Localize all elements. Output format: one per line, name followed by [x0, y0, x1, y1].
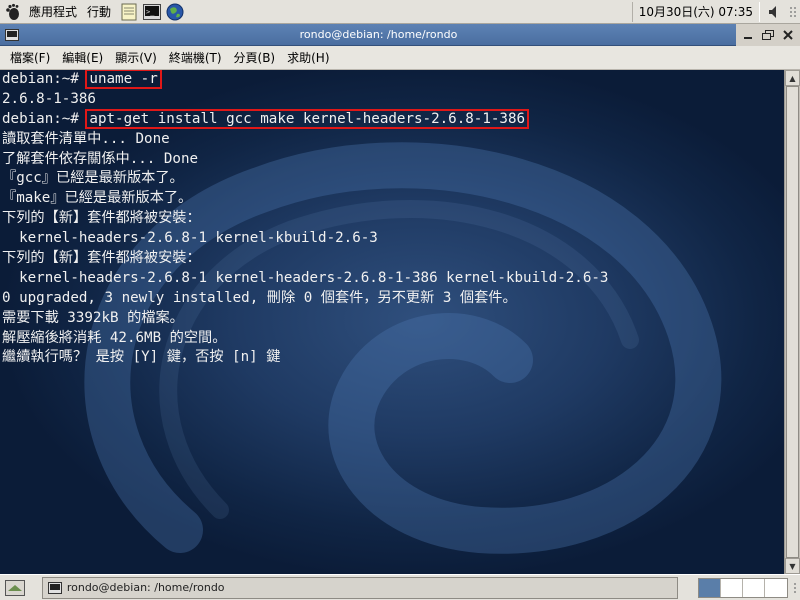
scrollbar-thumb[interactable]: [786, 86, 799, 558]
terminal-line: 解壓縮後將消耗 42.6MB 的空間。: [2, 329, 608, 349]
bottom-panel: rondo@debian: /home/rondo: [0, 574, 800, 600]
terminal-line: 『make』已經是最新版本了。: [2, 189, 608, 209]
menu-terminal[interactable]: 終端機(T): [163, 46, 228, 70]
menu-tabs[interactable]: 分頁(B): [228, 46, 282, 70]
menubar: 檔案(F) 編輯(E) 顯示(V) 終端機(T) 分頁(B) 求助(H): [0, 46, 800, 70]
terminal-line: debian:~# uname -r: [2, 70, 608, 90]
window-buttons: [736, 23, 800, 46]
output-text: 解壓縮後將消耗 42.6MB 的空間。: [2, 329, 227, 346]
terminal-line: 『gcc』已經是最新版本了。: [2, 169, 608, 189]
bottom-panel-grip-icon[interactable]: [790, 577, 800, 599]
output-text: 0 upgraded, 3 newly installed, 刪除 0 個套件，…: [2, 289, 517, 306]
panel-grip-icon[interactable]: [786, 1, 800, 23]
applications-menu[interactable]: 應用程式: [24, 1, 82, 23]
output-text: 2.6.8-1-386: [2, 90, 96, 107]
output-text: kernel-headers-2.6.8-1 kernel-headers-2.…: [2, 269, 609, 286]
terminal-line: 2.6.8-1-386: [2, 90, 608, 110]
terminal-line: 下列的【新】套件都將被安裝：: [2, 249, 608, 269]
menu-help[interactable]: 求助(H): [281, 46, 335, 70]
workspace-4[interactable]: [765, 578, 788, 597]
shell-prompt: debian:~#: [2, 71, 88, 87]
terminal-task-icon: [47, 581, 63, 595]
shell-command: apt-get install gcc make kernel-headers-…: [85, 108, 530, 129]
terminal-window: rondo@debian: /home/rondo 檔案(F) 編輯(E) 顯示…: [0, 23, 800, 574]
output-text: 『make』已經是最新版本了。: [2, 190, 193, 207]
terminal-area: debian:~# uname -r 2.6.8-1-386 debian:~# a…: [0, 70, 800, 574]
actions-menu[interactable]: 行動: [82, 1, 116, 23]
terminal-line: 繼續執行嗎？ 是按 [Y] 鍵，否按 [n] 鍵: [2, 348, 608, 368]
terminal-output: debian:~# uname -r 2.6.8-1-386 debian:~# a…: [2, 70, 608, 368]
terminal-line: 0 upgraded, 3 newly installed, 刪除 0 個套件，…: [2, 289, 608, 309]
web-browser-icon[interactable]: [165, 2, 185, 22]
clock[interactable]: 10月30日(六) 07:35: [631, 1, 760, 22]
workspace-2[interactable]: [721, 578, 744, 597]
notepad-icon[interactable]: [119, 2, 139, 22]
terminal-line: 需要下載 3392kB 的檔案。: [2, 309, 608, 329]
terminal-line: 了解套件依存關係中... Done: [2, 150, 608, 170]
show-desktop-icon[interactable]: [2, 577, 28, 599]
shell-prompt: debian:~#: [2, 110, 88, 127]
menu-file[interactable]: 檔案(F): [4, 46, 56, 70]
output-text: 了解套件依存關係中... Done: [2, 150, 199, 167]
terminal-scrollbar[interactable]: ▲ ▼: [784, 70, 800, 574]
output-text: 『gcc』已經是最新版本了。: [2, 170, 184, 187]
output-text: kernel-headers-2.6.8-1 kernel-kbuild-2.6…: [2, 230, 378, 247]
terminal-icon[interactable]: >_: [142, 2, 162, 22]
output-text: 讀取套件清單中... Done: [2, 130, 170, 147]
svg-text:>_: >_: [146, 8, 155, 16]
window-titlebar[interactable]: rondo@debian: /home/rondo: [0, 23, 800, 46]
volume-icon[interactable]: [764, 1, 786, 23]
terminal-line: kernel-headers-2.6.8-1 kernel-headers-2.…: [2, 269, 608, 289]
shell-command: uname -r: [85, 70, 162, 89]
terminal-screen[interactable]: debian:~# uname -r 2.6.8-1-386 debian:~# a…: [0, 70, 784, 574]
terminal-line: 讀取套件清單中... Done: [2, 130, 608, 150]
terminal-line: debian:~# apt-get install gcc make kerne…: [2, 108, 608, 130]
output-text: 下列的【新】套件都將被安裝：: [2, 210, 201, 227]
menu-view[interactable]: 顯示(V): [109, 46, 163, 70]
taskbar-item-terminal[interactable]: rondo@debian: /home/rondo: [41, 576, 679, 599]
menu-edit[interactable]: 編輯(E): [56, 46, 109, 70]
workspace-switcher: [698, 577, 789, 598]
scrollbar-track[interactable]: [785, 86, 800, 558]
workspace-1[interactable]: [699, 578, 722, 597]
close-button[interactable]: [778, 25, 798, 45]
taskbar-item-label: rondo@debian: /home/rondo: [66, 581, 225, 594]
maximize-button[interactable]: [758, 25, 778, 45]
top-panel: 應用程式 行動 >_ 10月30日(六) 07:35: [0, 0, 800, 24]
output-text: 需要下載 3392kB 的檔案。: [2, 309, 184, 326]
output-text: 繼續執行嗎？ 是按 [Y] 鍵，否按 [n] 鍵: [2, 349, 281, 366]
workspace-3[interactable]: [743, 578, 766, 597]
minimize-button[interactable]: [738, 25, 758, 45]
scroll-up-arrow-icon[interactable]: ▲: [785, 70, 800, 86]
window-menu-icon[interactable]: [3, 26, 21, 44]
terminal-line: 下列的【新】套件都將被安裝：: [2, 209, 608, 229]
output-text: 下列的【新】套件都將被安裝：: [2, 250, 201, 267]
window-title: rondo@debian: /home/rondo: [299, 27, 458, 41]
scroll-down-arrow-icon[interactable]: ▼: [785, 558, 800, 574]
gnome-foot-icon[interactable]: [2, 1, 24, 23]
terminal-line: kernel-headers-2.6.8-1 kernel-kbuild-2.6…: [2, 229, 608, 249]
